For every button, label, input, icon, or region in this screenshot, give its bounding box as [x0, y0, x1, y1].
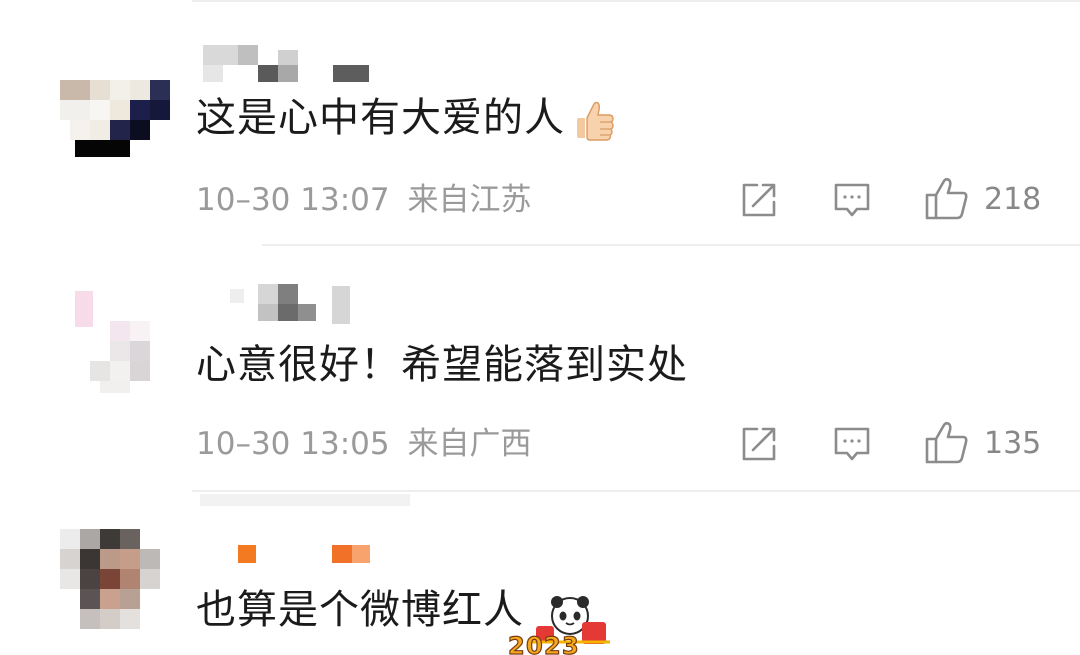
new-year-sticker-icon: 2023	[500, 590, 630, 655]
like-icon[interactable]	[924, 420, 970, 466]
comment-location: 来自江苏	[407, 182, 532, 218]
share-icon[interactable]	[739, 424, 779, 464]
comment-text: 也算是个微博红人	[196, 587, 524, 633]
like-count: 218	[984, 182, 1042, 217]
svg-text:3: 3	[562, 632, 579, 655]
avatar[interactable]	[50, 45, 170, 165]
svg-text:0: 0	[526, 632, 543, 655]
comment-meta: 10–30 13:05 来自广西	[196, 426, 531, 462]
comment-item-1: 这是心中有大爱的人 10–30 13:07 来自江苏 218	[0, 0, 1080, 240]
thumbs-up-emoji-icon	[571, 96, 619, 144]
svg-text:2: 2	[544, 632, 561, 655]
username-masked[interactable]	[198, 284, 378, 324]
comment-meta: 10–30 13:07 来自江苏	[196, 182, 531, 218]
avatar[interactable]	[50, 524, 170, 644]
username-masked[interactable]	[198, 542, 378, 582]
comment-text: 这是心中有大爱的人	[196, 94, 619, 144]
comment-icon[interactable]	[832, 180, 872, 220]
like-count: 135	[984, 426, 1042, 461]
svg-text:2: 2	[508, 632, 525, 655]
comment-icon[interactable]	[832, 424, 872, 464]
comment-time: 10–30 13:05	[196, 426, 390, 462]
comment-text: 心意很好！希望能落到实处	[196, 342, 688, 388]
username-masked[interactable]	[198, 45, 378, 85]
avatar[interactable]	[50, 281, 170, 401]
comment-location: 来自广西	[407, 426, 532, 462]
share-icon[interactable]	[739, 180, 779, 220]
comment-item-2: 心意很好！希望能落到实处 10–30 13:05 来自广西 135	[0, 246, 1080, 491]
comment-time: 10–30 13:07	[196, 182, 390, 218]
like-icon[interactable]	[924, 176, 970, 222]
